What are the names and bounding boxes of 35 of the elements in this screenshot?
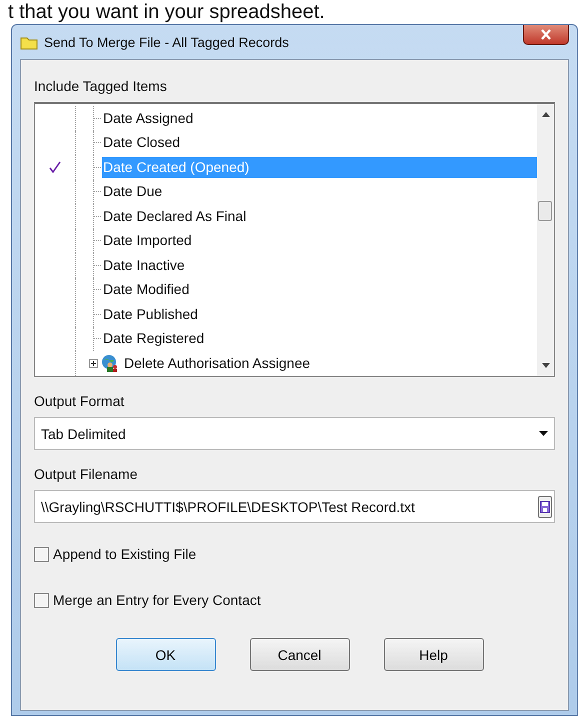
checkbox-label: Merge an Entry for Every Contact (53, 592, 261, 608)
dropdown-caret-icon (539, 431, 548, 436)
scroll-up-icon (542, 112, 550, 117)
tree-item[interactable]: Date Modified (102, 279, 537, 300)
folder-icon (20, 34, 38, 50)
tree-item[interactable]: Date Declared As Final (102, 206, 537, 227)
tree-item[interactable]: Delete Authorisation Assignee (123, 352, 310, 374)
checkbox-label: Append to Existing File (53, 546, 196, 562)
window-title: Send To Merge File - All Tagged Records (44, 34, 289, 50)
checkbox[interactable] (34, 546, 49, 562)
field-label: Output Format (34, 393, 126, 409)
field-label: Output Filename (34, 466, 138, 482)
tree-item[interactable]: Date Due (102, 181, 537, 202)
section-label: Include Tagged Items (34, 78, 168, 94)
close-icon (540, 29, 552, 40)
dialog-button[interactable]: Help (384, 638, 484, 671)
output-format-dropdown[interactable]: Tab Delimited (34, 417, 555, 450)
tree-item[interactable]: Date Closed (102, 132, 537, 154)
scrollbar[interactable] (537, 104, 554, 376)
close-button[interactable] (523, 25, 569, 45)
tree-item[interactable]: Date Registered (102, 328, 537, 350)
caption-text: t that you want in your spreadsheet. (8, 0, 325, 24)
filename-field[interactable]: \\Grayling\RSCHUTTI$\PROFILE\DESKTOP\Test Record.txt (34, 490, 555, 523)
tree-item[interactable]: Date Inactive (102, 254, 537, 276)
dialog-button[interactable]: OK (116, 638, 216, 671)
people-globe-icon (101, 354, 119, 372)
scroll-down-icon (542, 363, 550, 368)
save-icon[interactable] (538, 496, 552, 518)
tree-item[interactable]: Date Published (102, 304, 537, 325)
scroll-thumb[interactable] (538, 201, 552, 221)
tree-item[interactable]: Date Assigned (102, 108, 537, 129)
tree-item[interactable]: Date Imported (102, 230, 537, 252)
dialog-button[interactable]: Cancel (250, 638, 350, 671)
checkbox[interactable] (34, 592, 49, 608)
expand-icon[interactable] (89, 358, 98, 368)
